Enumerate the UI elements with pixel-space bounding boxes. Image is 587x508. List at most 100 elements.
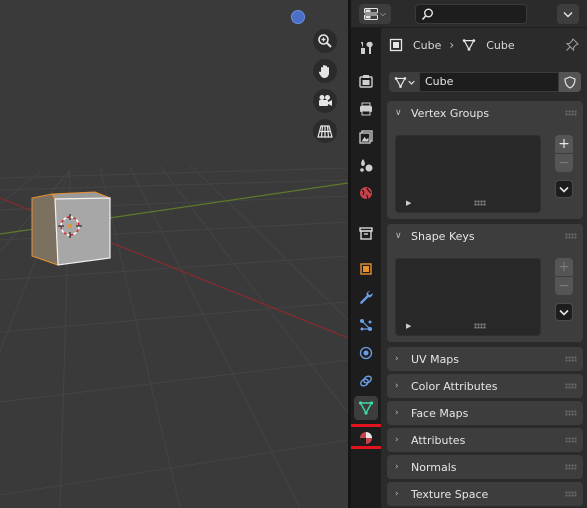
panel-title: Texture Space xyxy=(411,487,489,501)
chevron-down-icon: ∨ xyxy=(395,231,402,241)
camera-view-icon[interactable] xyxy=(313,89,337,113)
chevron-right-icon: › xyxy=(395,381,399,391)
chevron-right-icon: › xyxy=(449,38,455,52)
panel-texture-space[interactable]: › Texture Space xyxy=(387,482,583,506)
vertex-group-specials-button[interactable] xyxy=(555,180,573,198)
tab-object[interactable] xyxy=(354,257,378,281)
object-icon xyxy=(360,263,372,275)
breadcrumb-object-name: Cube xyxy=(413,38,442,52)
tab-modifiers[interactable] xyxy=(354,285,378,309)
remove-vertex-group-button[interactable]: − xyxy=(555,154,573,172)
panel-header-normals[interactable]: › Normals xyxy=(387,455,583,479)
panel-vertex-groups: ∨ Vertex Groups ▶ + − xyxy=(387,101,583,219)
chevron-right-icon: › xyxy=(395,489,399,499)
drag-handle-icon[interactable] xyxy=(565,110,577,116)
tab-object-data[interactable] xyxy=(354,396,378,420)
properties-content: Cube › Cube Cube ∨ Vertex Groups ▶ + − ∨… xyxy=(383,28,587,508)
editor-type-selector[interactable]: ⌵ xyxy=(359,4,391,24)
shape-keys-buttons: + − xyxy=(555,258,573,321)
shape-keys-list[interactable]: ▶ xyxy=(395,258,541,336)
panel-face-maps[interactable]: › Face Maps xyxy=(387,401,583,425)
tab-physics[interactable] xyxy=(354,341,378,365)
tab-world[interactable] xyxy=(354,181,378,205)
panel-header-uv-maps[interactable]: › UV Maps xyxy=(387,347,583,371)
drag-handle-icon[interactable] xyxy=(565,464,577,470)
panel-shape-keys: ∨ Shape Keys ▶ + − xyxy=(387,224,583,342)
resize-grip-icon[interactable] xyxy=(474,323,486,329)
tab-view-layer[interactable] xyxy=(354,125,378,149)
search-icon xyxy=(421,8,433,21)
tab-output[interactable] xyxy=(354,97,378,121)
drag-handle-icon[interactable] xyxy=(565,410,577,416)
fake-user-shield-icon[interactable] xyxy=(559,72,581,92)
pan-hand-icon[interactable] xyxy=(313,59,337,83)
drag-handle-icon[interactable] xyxy=(565,233,577,239)
panel-title: Shape Keys xyxy=(411,229,475,243)
breadcrumb-data-name: Cube xyxy=(486,38,515,52)
navigation-gizmo-z-axis[interactable] xyxy=(291,10,305,24)
viewport-grid xyxy=(0,164,348,508)
add-vertex-group-button[interactable]: + xyxy=(555,135,573,153)
search-input[interactable] xyxy=(415,4,527,24)
panel-attributes[interactable]: › Attributes xyxy=(387,428,583,452)
chevron-right-icon: › xyxy=(395,408,399,418)
panel-title: Attributes xyxy=(411,433,466,447)
tab-collection[interactable] xyxy=(354,221,378,245)
drag-handle-icon[interactable] xyxy=(565,383,577,389)
mesh-datablock-selector: Cube xyxy=(389,72,581,92)
tab-constraints[interactable] xyxy=(354,369,378,393)
play-icon[interactable]: ▶ xyxy=(406,322,411,330)
panel-normals[interactable]: › Normals xyxy=(387,455,583,479)
add-shape-key-button[interactable]: + xyxy=(555,258,573,276)
view-layer-icon xyxy=(359,130,373,144)
drag-handle-icon[interactable] xyxy=(565,437,577,443)
shape-key-specials-button[interactable] xyxy=(555,303,573,321)
panel-color-attributes[interactable]: › Color Attributes xyxy=(387,374,583,398)
panel-header-shape-keys[interactable]: ∨ Shape Keys xyxy=(387,224,583,248)
wrench-icon xyxy=(360,290,373,304)
constraints-icon xyxy=(360,375,372,387)
panel-header-texture-space[interactable]: › Texture Space xyxy=(387,482,583,506)
panel-header-vertex-groups[interactable]: ∨ Vertex Groups xyxy=(387,101,583,125)
drag-handle-icon[interactable] xyxy=(565,491,577,497)
vertex-groups-list[interactable]: ▶ xyxy=(395,135,541,213)
chevron-down-icon xyxy=(407,80,415,85)
object-icon xyxy=(389,38,403,52)
tab-scene[interactable] xyxy=(354,153,378,177)
properties-header: ⌵ xyxy=(351,0,587,28)
chevron-right-icon: › xyxy=(395,435,399,445)
datablock-name-field[interactable]: Cube xyxy=(419,72,559,92)
perspective-grid-icon[interactable] xyxy=(313,119,337,143)
tab-particles[interactable] xyxy=(354,313,378,337)
zoom-icon[interactable] xyxy=(313,29,337,53)
pin-icon[interactable] xyxy=(565,38,579,55)
panel-title: UV Maps xyxy=(411,352,460,366)
properties-editor: ⌵ Cube › Cube Cube ∨ Vertex Groups ▶ + −… xyxy=(351,0,587,508)
vertex-groups-buttons: + − xyxy=(555,135,573,198)
chevron-down-icon xyxy=(559,309,569,316)
highlight-line-bottom xyxy=(351,446,381,449)
play-icon[interactable]: ▶ xyxy=(406,199,411,207)
mesh-data-icon xyxy=(358,401,374,415)
collection-icon xyxy=(359,227,373,240)
panel-title: Face Maps xyxy=(411,406,469,420)
panel-header-attributes[interactable]: › Attributes xyxy=(387,428,583,452)
remove-shape-key-button[interactable]: − xyxy=(555,277,573,295)
panel-uv-maps[interactable]: › UV Maps xyxy=(387,347,583,371)
particles-icon xyxy=(360,319,372,331)
panel-title: Color Attributes xyxy=(411,379,498,393)
physics-icon xyxy=(359,346,373,360)
render-icon xyxy=(359,75,373,88)
scene-icon xyxy=(360,159,373,172)
chevron-right-icon: › xyxy=(395,354,399,364)
tab-tool[interactable] xyxy=(354,36,378,60)
tab-render[interactable] xyxy=(354,69,378,93)
drag-handle-icon[interactable] xyxy=(565,356,577,362)
options-dropdown[interactable] xyxy=(557,4,579,24)
panel-header-color-attributes[interactable]: › Color Attributes xyxy=(387,374,583,398)
resize-grip-icon[interactable] xyxy=(474,200,486,206)
datablock-browse-button[interactable] xyxy=(389,72,419,92)
3d-viewport[interactable] xyxy=(0,0,348,508)
panel-header-face-maps[interactable]: › Face Maps xyxy=(387,401,583,425)
panel-title: Vertex Groups xyxy=(411,106,490,120)
